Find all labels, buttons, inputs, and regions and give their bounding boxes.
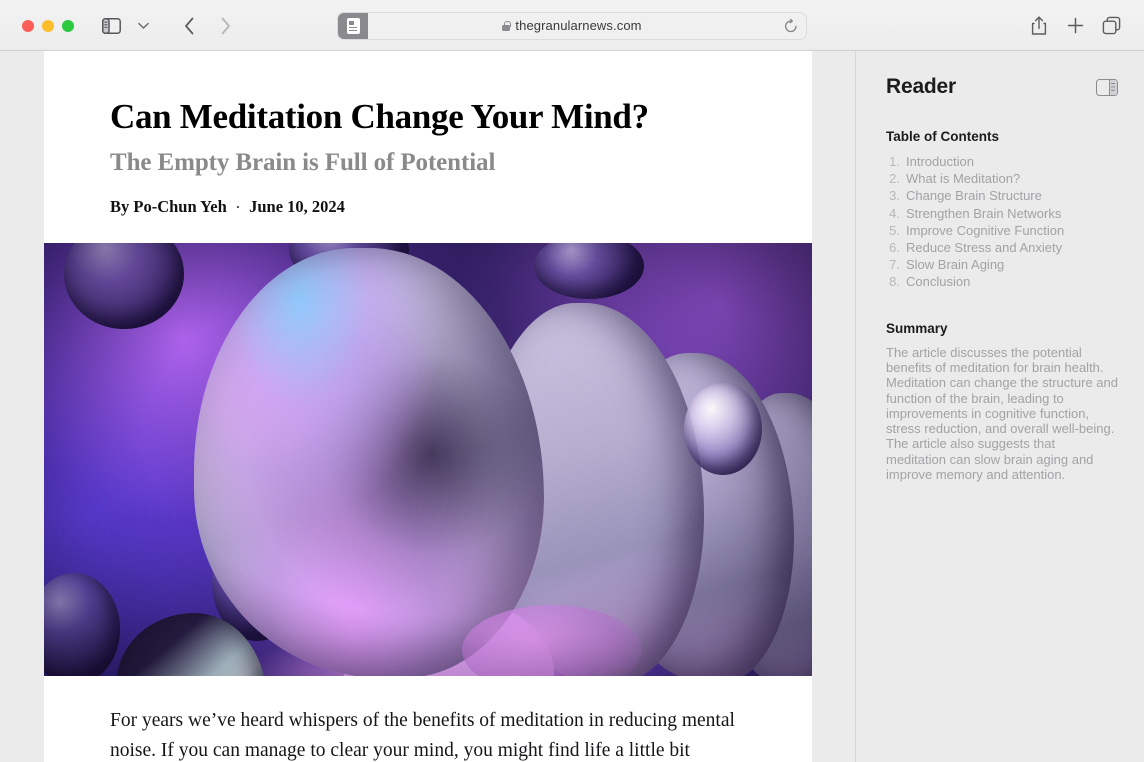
article-header: Can Meditation Change Your Mind? The Emp… xyxy=(44,51,812,243)
window-controls xyxy=(22,19,74,32)
toc-item-number: 5. xyxy=(889,222,900,238)
minimize-window-button[interactable] xyxy=(42,19,54,32)
url-text: thegranularnews.com xyxy=(515,18,642,33)
toc-item-number: 3. xyxy=(889,188,900,204)
chevron-down-icon[interactable] xyxy=(128,13,158,39)
reader-page-card: Can Meditation Change Your Mind? The Emp… xyxy=(44,51,812,762)
toc-item-label: Strengthen Brain Networks xyxy=(906,205,1062,221)
sidebar-toggle-icon[interactable] xyxy=(96,13,126,39)
toc-item[interactable]: 1. Introduction xyxy=(886,153,1118,170)
reader-document-icon xyxy=(346,17,360,34)
reader-content-area[interactable]: Can Meditation Change Your Mind? The Emp… xyxy=(0,51,855,762)
close-window-button[interactable] xyxy=(22,19,34,32)
article-hero-image xyxy=(44,243,812,677)
address-bar-container: thegranularnews.com xyxy=(337,11,807,40)
toc-item-number: 8. xyxy=(889,274,900,290)
toc-item-label: Conclusion xyxy=(906,274,971,290)
toc-list: 1. Introduction 2. What is Meditation? 3… xyxy=(886,153,1118,291)
toc-item-label: Improve Cognitive Function xyxy=(906,222,1065,238)
article-subheadline: The Empty Brain is Full of Potential xyxy=(110,149,496,177)
toc-item-number: 1. xyxy=(889,154,900,169)
toc-item-number: 4. xyxy=(889,205,900,221)
toc-item-label: Slow Brain Aging xyxy=(906,257,1005,273)
toc-item[interactable]: 5. Improve Cognitive Function xyxy=(886,222,1118,239)
toc-item-number: 6. xyxy=(889,240,900,256)
maximize-window-button[interactable] xyxy=(62,19,74,32)
toc-item[interactable]: 6. Reduce Stress and Anxiety xyxy=(886,239,1118,256)
panel-toggle-icon[interactable] xyxy=(1096,78,1118,96)
toc-item-label: What is Meditation? xyxy=(906,171,1021,187)
toc-item-label: Introduction xyxy=(906,154,974,169)
toolbar-right-actions xyxy=(1024,13,1130,39)
toc-title: Table of Contents xyxy=(886,129,999,144)
summary-title: Summary xyxy=(886,320,948,336)
new-tab-icon[interactable] xyxy=(1060,13,1090,39)
lock-icon xyxy=(502,20,511,31)
navigation-controls xyxy=(174,13,240,39)
hero-vignette xyxy=(44,243,812,677)
reader-sidebar: Reader Table of Contents 1. Introduction… xyxy=(855,51,1144,762)
summary-text: The article discusses the potential bene… xyxy=(886,344,1118,482)
toc-item[interactable]: 8. Conclusion xyxy=(886,273,1118,290)
article-byline: By Po-Chun Yeh · June 10, 2024 xyxy=(110,197,746,217)
url-display: thegranularnews.com xyxy=(338,18,806,33)
toc-item[interactable]: 3. Change Brain Structure xyxy=(886,187,1118,204)
toc-item[interactable]: 4. Strengthen Brain Networks xyxy=(886,205,1118,222)
address-bar[interactable]: thegranularnews.com xyxy=(337,11,807,40)
toc-item-label: Reduce Stress and Anxiety xyxy=(906,240,1063,256)
article-paragraph: For years we’ve heard whispers of the be… xyxy=(110,710,735,761)
toc-item[interactable]: 7. Slow Brain Aging xyxy=(886,256,1118,273)
window-body: Can Meditation Change Your Mind? The Emp… xyxy=(0,51,1144,762)
article-headline: Can Meditation Change Your Mind? xyxy=(110,97,649,136)
toc-item[interactable]: 2. What is Meditation? xyxy=(886,170,1118,187)
byline-author: By Po-Chun Yeh xyxy=(110,197,227,217)
toc-item-label: Change Brain Structure xyxy=(906,188,1042,204)
back-button[interactable] xyxy=(174,13,204,39)
byline-date: June 10, 2024 xyxy=(249,197,345,217)
toc-item-number: 7. xyxy=(889,257,900,273)
forward-button[interactable] xyxy=(210,13,240,39)
article-body: For years we’ve heard whispers of the be… xyxy=(44,676,812,762)
tab-overview-icon[interactable] xyxy=(1096,13,1126,39)
sidebar-header: Reader xyxy=(886,75,1118,99)
browser-window: thegranularnews.com Can Meditation Chang… xyxy=(0,0,1144,762)
browser-toolbar: thegranularnews.com xyxy=(0,0,1144,51)
toc-item-number: 2. xyxy=(889,171,900,187)
share-icon[interactable] xyxy=(1024,13,1054,39)
toc-section: Table of Contents 1. Introduction 2. Wha… xyxy=(886,129,1118,291)
byline-separator: · xyxy=(235,199,241,215)
sidebar-title: Reader xyxy=(886,75,957,98)
reload-button[interactable] xyxy=(784,13,798,39)
summary-section: Summary The article discusses the potent… xyxy=(886,321,1118,483)
sidebar-controls xyxy=(96,13,158,39)
